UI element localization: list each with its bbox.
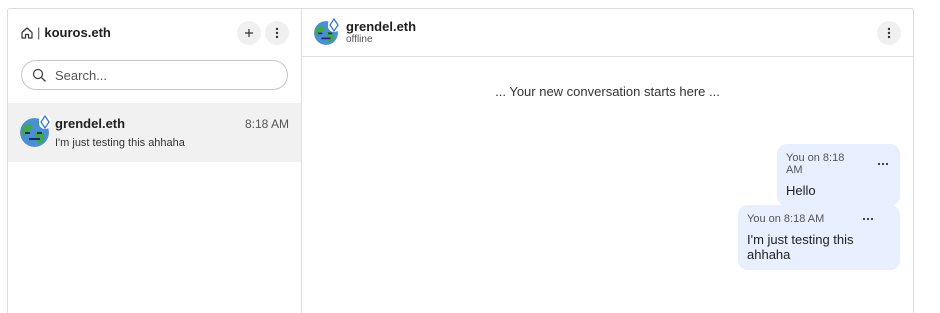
kebab-menu-icon <box>887 27 891 38</box>
search-icon <box>32 68 47 83</box>
message-meta: You on 8:18 AM <box>747 213 890 225</box>
plus-icon <box>245 28 253 37</box>
chat-panel: grendel.eth offline ... Your new convers… <box>302 9 913 313</box>
search-box <box>21 60 288 90</box>
message-bubble: You on 8:18 AM Hello <box>777 144 900 206</box>
account-name: kouros.eth <box>44 25 111 40</box>
message-options-button[interactable] <box>862 214 876 224</box>
conversation-time: 8:18 AM <box>244 117 289 131</box>
message-options-button[interactable] <box>877 159 890 169</box>
peer-info: grendel.eth offline <box>346 18 417 46</box>
chat-header: grendel.eth offline <box>302 9 913 57</box>
message-text: Hello <box>786 183 816 198</box>
ethereum-icon <box>39 115 51 129</box>
chat-menu-button[interactable] <box>877 20 901 45</box>
header-actions <box>237 20 289 45</box>
peer-avatar <box>314 17 340 45</box>
new-conversation-button[interactable] <box>237 20 261 45</box>
kebab-menu-icon <box>275 27 279 38</box>
conversation-text: grendel.eth 8:18 AM I'm just testing thi… <box>55 116 289 149</box>
message-sender-time: You on 8:18 AM <box>747 213 825 225</box>
message-text: I'm just testing this ahhaha <box>747 232 854 262</box>
conversation-top-row: grendel.eth 8:18 AM <box>55 116 289 131</box>
conversation-name: grendel.eth <box>55 116 126 131</box>
ellipsis-icon <box>863 217 874 221</box>
sidebar-header: | kouros.eth <box>8 9 301 56</box>
conversation-item[interactable]: grendel.eth 8:18 AM I'm just testing thi… <box>8 103 301 162</box>
peer-name: grendel.eth <box>346 18 417 34</box>
message-meta: You on 8:18 AM <box>786 152 890 176</box>
conversation-preview: I'm just testing this ahhaha <box>55 137 185 149</box>
header-separator: | <box>37 25 41 40</box>
ellipsis-icon <box>877 162 888 166</box>
ethereum-icon <box>328 17 340 32</box>
search-input[interactable] <box>55 67 277 83</box>
conversation-start-notice: ... Your new conversation starts here ..… <box>495 84 720 99</box>
message-sender-time: You on 8:18 AM <box>786 152 845 176</box>
peer-status: offline <box>346 34 373 46</box>
sidebar: | kouros.eth Search... grendel.eth 8:18 … <box>8 9 302 313</box>
avatar <box>20 115 51 147</box>
sidebar-menu-button[interactable] <box>265 20 289 45</box>
messenger-app: | kouros.eth Search... grendel.eth 8:18 … <box>7 8 914 313</box>
message-bubble: You on 8:18 AM I'm just testing this ahh… <box>738 205 900 270</box>
home-icon[interactable] <box>20 26 34 40</box>
